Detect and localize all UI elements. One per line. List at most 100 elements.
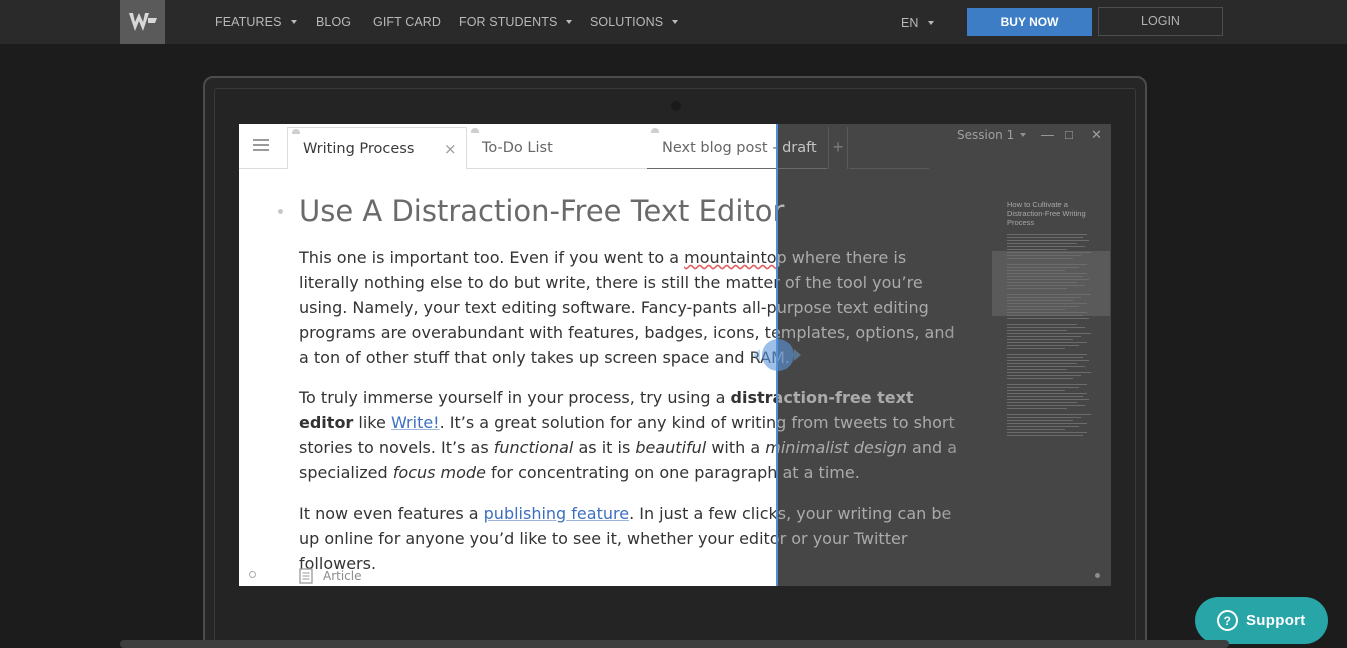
minimap-line: [1007, 327, 1085, 328]
minimap-line: [1007, 264, 1087, 265]
minimap-line: [1007, 393, 1087, 394]
tab-baseline: [849, 168, 929, 169]
minimap-line: [1007, 387, 1079, 388]
write-link[interactable]: Write!: [391, 413, 440, 432]
nav-for-students[interactable]: FOR STUDENTS: [459, 0, 573, 44]
nav-solutions[interactable]: SOLUTIONS: [590, 0, 679, 44]
minimap-line: [1007, 267, 1079, 268]
minimap-line: [1007, 297, 1081, 298]
outline-title: How to Cultivate a Distraction-Free Writ…: [1007, 200, 1086, 227]
minimize-icon[interactable]: —: [1041, 127, 1054, 142]
minimap-line: [1007, 333, 1091, 334]
minimap-line: [1007, 426, 1079, 427]
maximize-icon[interactable]: □: [1065, 127, 1073, 142]
minimap-line: [1007, 420, 1073, 421]
close-icon[interactable]: ×: [444, 128, 457, 170]
minimap-line: [1007, 384, 1087, 385]
heading-bullet: [278, 209, 283, 214]
minimap-line: [1007, 360, 1089, 361]
minimap-line: [1007, 237, 1083, 238]
minimap-line: [1007, 363, 1077, 364]
minimap-line: [1007, 324, 1077, 325]
minimap-line: [1007, 432, 1087, 433]
minimap-line: [1007, 435, 1083, 436]
minimap-line: [1007, 234, 1087, 235]
minimap-line: [1007, 312, 1087, 313]
paragraph-3-dark: It now even features a publishing featur…: [777, 501, 959, 576]
minimap-line: [1007, 240, 1089, 241]
minimap-line: [1007, 405, 1085, 406]
minimap-line: [1007, 294, 1091, 295]
minimap-line: [1007, 348, 1065, 349]
tab-label: Next blog post - draft: [662, 140, 777, 156]
support-button[interactable]: ? Support: [1195, 597, 1328, 644]
text-run: like: [353, 413, 391, 432]
session-selector[interactable]: Session 1: [957, 128, 1027, 142]
nav-features[interactable]: FEATURES: [215, 0, 297, 44]
paragraph-3[interactable]: It now even features a publishing featur…: [299, 501, 777, 576]
minimap-line: [1007, 258, 1073, 259]
paragraph-1[interactable]: This one is important too. Even if you w…: [299, 245, 777, 370]
minimap-line: [1007, 408, 1067, 409]
logo[interactable]: [120, 0, 165, 44]
text-run: To truly immerse yourself in your proces…: [299, 388, 731, 407]
nav-for-students-label: FOR STUDENTS: [459, 15, 558, 29]
arrow-left-icon: [753, 349, 760, 361]
tab-writing-process[interactable]: Writing Process ×: [287, 127, 467, 169]
minimap-line: [1007, 429, 1065, 430]
paragraph-2-dark: To truly immerse yourself in your proces…: [777, 385, 959, 485]
nav-blog-label: BLOG: [316, 15, 352, 29]
minimap-line: [1007, 270, 1065, 271]
minimap-line: [1007, 246, 1085, 247]
status-circle-icon[interactable]: [249, 571, 256, 578]
buy-now-button[interactable]: BUY NOW: [967, 8, 1092, 36]
minimap-line: [1007, 288, 1067, 289]
tab-next-blog-post[interactable]: Next blog post - draft: [647, 127, 777, 169]
chevron-down-icon: [566, 19, 573, 24]
add-tab-button[interactable]: +: [828, 127, 848, 169]
minimap-line: [1007, 336, 1081, 337]
minimap-line: [1007, 315, 1083, 316]
minimap-line: [1007, 399, 1089, 400]
tab-next-blog-post-dark[interactable]: Next blog post - draft: [777, 127, 827, 169]
chevron-down-icon: [927, 20, 934, 25]
misspelled-word[interactable]: mountaintop: [684, 248, 777, 267]
minimap-line: [1007, 282, 1077, 283]
language-selector[interactable]: EN: [901, 1, 934, 45]
italic-text: minimalist design: [777, 438, 907, 457]
dark-theme-pane: Next blog post - draft + Use A Distracti…: [777, 124, 1111, 586]
document-heading-dark: Use A Distraction-Free Text Editor: [777, 194, 785, 228]
minimap-line: [1007, 303, 1087, 304]
paragraph-2[interactable]: To truly immerse yourself in your proces…: [299, 385, 777, 485]
menu-icon[interactable]: [253, 139, 269, 153]
chevron-down-icon: [672, 19, 679, 24]
minimap-line: [1007, 273, 1087, 274]
minimap-line: [1007, 318, 1089, 319]
resize-dot-icon[interactable]: [1095, 573, 1100, 578]
nav-gift-card[interactable]: GIFT CARD: [373, 0, 441, 44]
minimap-line: [1007, 285, 1085, 286]
minimap-line: [1007, 339, 1073, 340]
question-icon: ?: [1217, 610, 1238, 631]
tab-to-do-list[interactable]: To-Do List: [467, 127, 647, 169]
document-heading[interactable]: Use A Distraction-Free Text Editor: [299, 194, 777, 228]
nav-blog[interactable]: BLOG: [316, 0, 351, 44]
close-window-icon[interactable]: ✕: [1091, 127, 1102, 143]
camera-dot: [671, 101, 681, 111]
minimap-line: [1007, 414, 1091, 415]
login-button[interactable]: LOGIN: [1098, 7, 1223, 36]
publishing-feature-link[interactable]: publishing feature: [484, 504, 629, 523]
text-run: . In just a few clicks, your writing can…: [777, 504, 951, 548]
nav-features-label: FEATURES: [215, 15, 282, 29]
tab-baseline: [239, 168, 287, 169]
horizontal-scrollbar[interactable]: [120, 640, 1229, 648]
minimap-line: [1007, 330, 1067, 331]
editor-screenshot: Writing Process × To-Do List Next blog p…: [239, 124, 1111, 586]
minimap-line: [1007, 309, 1065, 310]
minimap-line: [1007, 375, 1081, 376]
minimap-line: [1007, 423, 1087, 424]
document-type-label[interactable]: Article: [323, 569, 362, 583]
split-drag-handle[interactable]: [762, 339, 794, 371]
arrow-right-icon: [794, 349, 801, 361]
minimap-line: [1007, 369, 1067, 370]
